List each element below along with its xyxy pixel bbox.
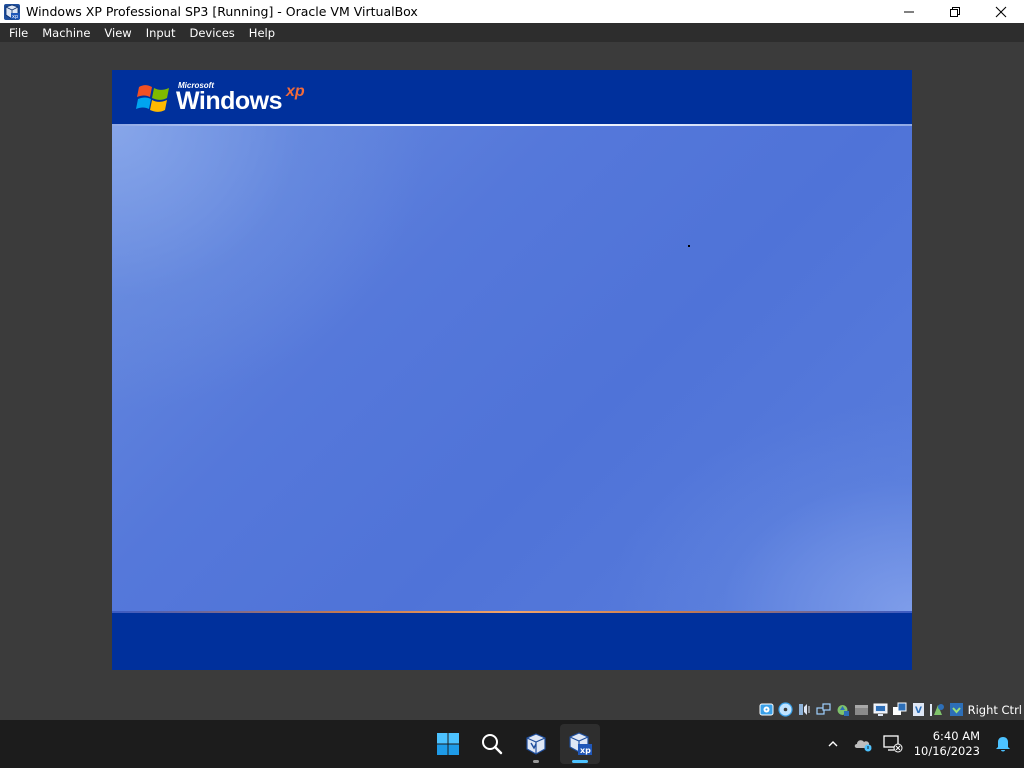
xp-top-band: Microsoft Windows xp (112, 70, 912, 124)
display-icon[interactable] (873, 702, 889, 718)
logo-xp-text: xp (286, 83, 305, 100)
search-icon (482, 734, 503, 755)
notifications-bell-icon (996, 737, 1010, 752)
active-indicator (572, 760, 588, 763)
clock-date: 10/16/2023 (913, 744, 980, 758)
taskbar-clock[interactable]: 6:40 AM 10/16/2023 (914, 729, 980, 759)
optical-drive-icon[interactable] (778, 702, 794, 718)
windows-xp-logo: Microsoft Windows xp (136, 76, 316, 120)
menu-file[interactable]: File (4, 26, 33, 40)
minimize-icon (904, 11, 914, 12)
shared-folders-icon[interactable] (854, 702, 870, 718)
start-icon (437, 733, 459, 755)
network-icon[interactable] (816, 702, 832, 718)
menu-bar: File Machine View Input Devices Help (0, 23, 1024, 42)
usb-icon[interactable] (835, 702, 851, 718)
close-icon (995, 6, 1007, 17)
vm-status-bar: V Right Ctrl (0, 699, 1024, 720)
menu-input[interactable]: Input (141, 26, 181, 40)
system-tray: 6:40 AM 10/16/2023 (816, 720, 1024, 768)
virtualbox-xp-icon: xp (4, 3, 20, 20)
start-button[interactable] (428, 724, 468, 764)
title-bar[interactable]: xp Windows XP Professional SP3 [Running]… (0, 0, 1024, 23)
close-button[interactable] (978, 0, 1024, 23)
virtualbox-manager-icon (526, 733, 546, 755)
svg-text:xp: xp (12, 14, 18, 20)
clock-time: 6:40 AM (932, 729, 980, 743)
menu-devices[interactable]: Devices (184, 26, 239, 40)
host-key-label[interactable]: Right Ctrl (968, 703, 1022, 717)
menu-view[interactable]: View (99, 26, 136, 40)
onedrive-icon (854, 740, 872, 752)
virtualbox-manager-button[interactable] (516, 724, 556, 764)
mouse-pointer (688, 245, 690, 247)
recording-icon[interactable] (892, 702, 908, 718)
window-title: Windows XP Professional SP3 [Running] - … (26, 4, 418, 19)
svg-text:V: V (915, 706, 922, 716)
logo-windows-text: Windows (176, 87, 283, 115)
maximize-icon (950, 6, 960, 17)
running-indicator (533, 760, 539, 763)
search-button[interactable] (472, 724, 512, 764)
taskbar: xp 6:40 AM 10/16/2023 (0, 720, 1024, 768)
notifications-button[interactable] (990, 729, 1016, 759)
chevron-up-icon (828, 741, 838, 747)
xp-welcome-background (112, 126, 912, 611)
show-hidden-icons-button[interactable] (820, 729, 846, 759)
svg-text:xp: xp (580, 746, 591, 755)
mouse-integration-icon[interactable] (930, 702, 946, 718)
virtualbox-xp-vm-icon: xp (569, 732, 592, 755)
onedrive-button[interactable] (850, 729, 876, 759)
windows-flag-icon (136, 85, 169, 112)
xp-bottom-band (112, 613, 912, 670)
network-status-button[interactable] (880, 729, 906, 759)
hard-disk-icon[interactable] (759, 702, 775, 718)
network-disconnected-icon (883, 735, 903, 753)
cpu-icon[interactable]: V (911, 702, 927, 718)
keyboard-icon[interactable] (949, 702, 965, 718)
menu-help[interactable]: Help (244, 26, 280, 40)
guest-screen[interactable]: Microsoft Windows xp (112, 70, 912, 670)
maximize-button[interactable] (932, 0, 978, 23)
menu-machine[interactable]: Machine (37, 26, 95, 40)
audio-icon[interactable] (797, 702, 813, 718)
minimize-button[interactable] (886, 0, 932, 23)
virtualbox-xp-vm-button[interactable]: xp (560, 724, 600, 764)
